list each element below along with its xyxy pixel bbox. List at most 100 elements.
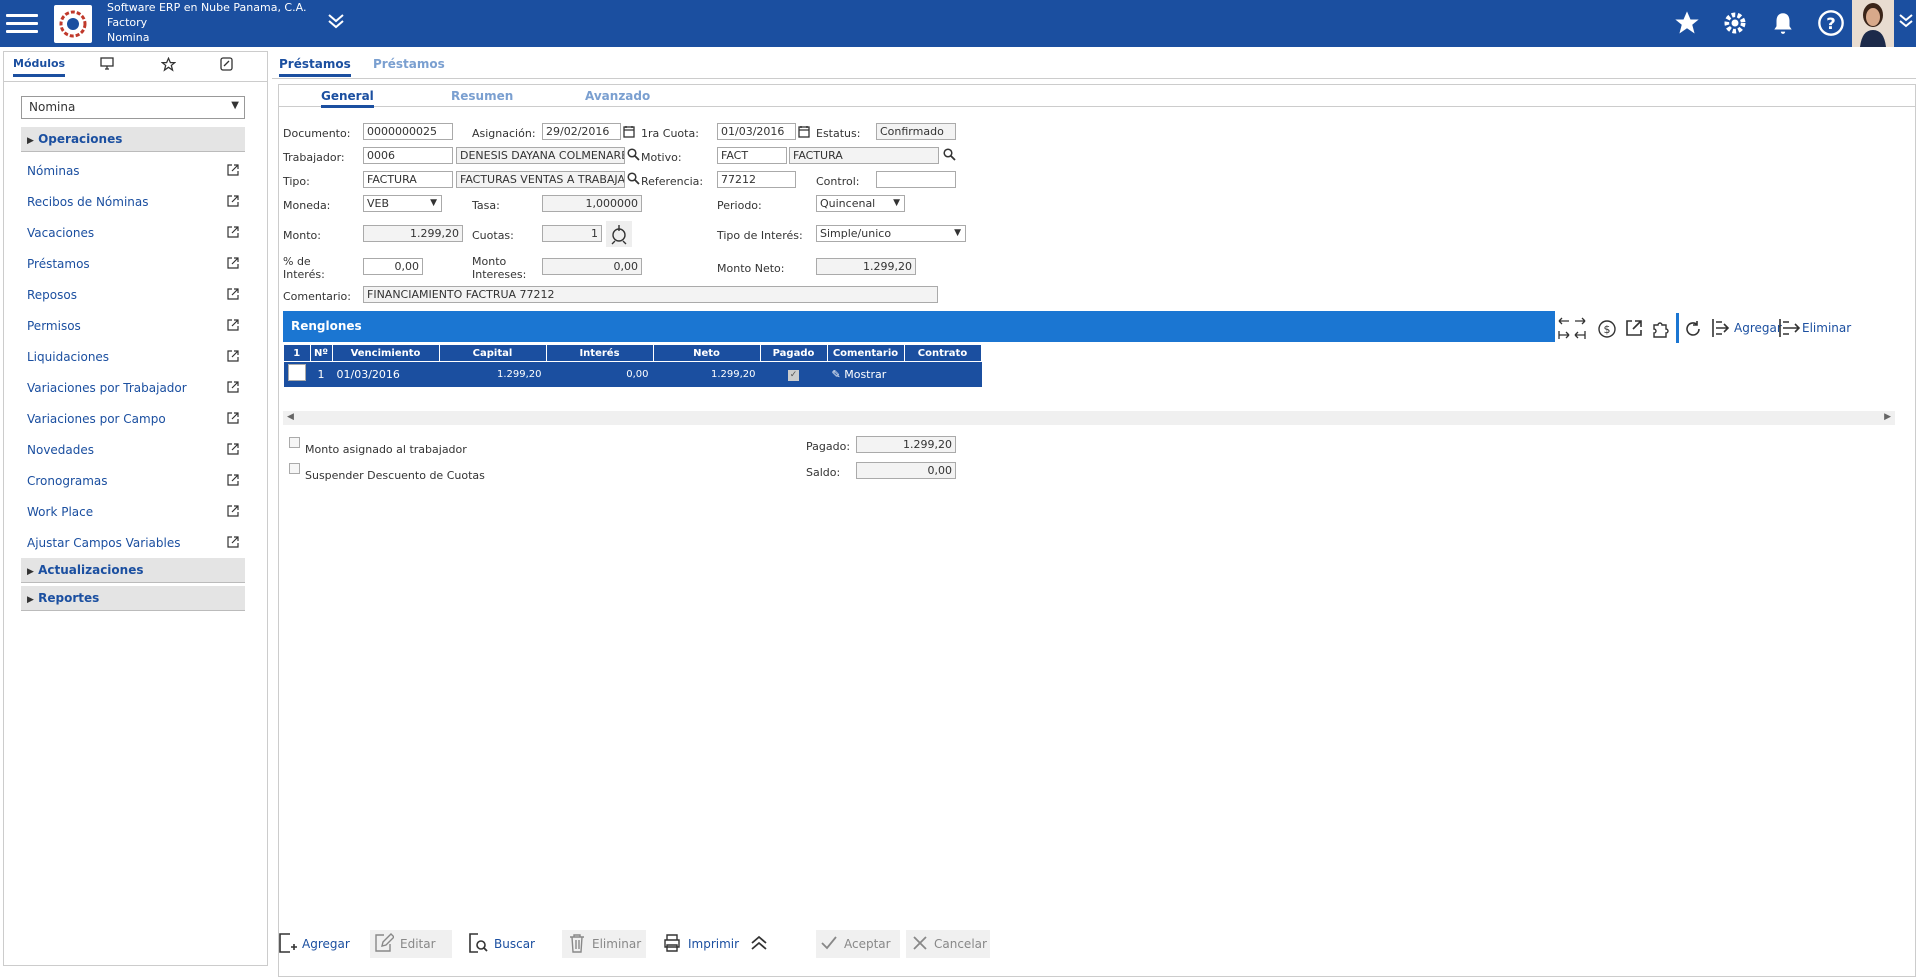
favorites-icon[interactable]: [160, 56, 177, 75]
search-icon[interactable]: [627, 172, 640, 188]
referencia-field[interactable]: 77212: [717, 171, 796, 188]
tipo-interes-select[interactable]: Simple/unico ▼: [816, 225, 966, 242]
tasa-field[interactable]: 1,000000: [542, 195, 642, 212]
comentario-cell[interactable]: ✎ Mostrar: [827, 361, 905, 387]
imprimir-button[interactable]: Imprimir: [662, 930, 769, 958]
menu-item-work-place[interactable]: Work Place: [27, 505, 245, 525]
column-header[interactable]: Vencimiento: [331, 344, 440, 362]
double-chevron-up-icon[interactable]: [749, 934, 769, 955]
menu-item-nominas[interactable]: Nóminas: [27, 164, 245, 184]
editar-button[interactable]: Editar: [370, 930, 452, 958]
column-header[interactable]: Pagado: [759, 344, 828, 362]
dropdown-arrow-icon: ▼: [954, 228, 961, 238]
menu-item-novedades[interactable]: Novedades: [27, 443, 245, 463]
periodo-select[interactable]: Quincenal ▼: [816, 195, 905, 212]
notes-icon[interactable]: [220, 57, 233, 74]
puzzle-icon[interactable]: [1651, 319, 1671, 342]
eliminar-row-icon[interactable]: [1779, 318, 1801, 341]
expand-chevron-icon[interactable]: [326, 12, 346, 33]
asignacion-field[interactable]: 29/02/2016: [542, 123, 621, 140]
cuota-field[interactable]: 01/03/2016: [717, 123, 796, 140]
documento-label: Documento:: [283, 127, 351, 140]
column-header[interactable]: Interés: [545, 344, 654, 362]
user-avatar[interactable]: [1852, 0, 1894, 47]
hamburger-menu-icon[interactable]: [6, 9, 38, 37]
search-icon[interactable]: [627, 148, 640, 164]
horizontal-scrollbar[interactable]: ◀ ▶: [283, 411, 1895, 425]
user-menu-chevron-icon[interactable]: [1898, 12, 1914, 33]
external-link-icon[interactable]: [1625, 319, 1643, 340]
monto-field[interactable]: 1.299,20: [363, 225, 463, 242]
notifications-bell-icon[interactable]: [1768, 8, 1798, 38]
dollar-icon[interactable]: $: [1598, 320, 1616, 341]
pagado-checkbox[interactable]: ✓: [760, 361, 828, 387]
menu-item-reposos[interactable]: Reposos: [27, 288, 245, 308]
eliminar-button[interactable]: Eliminar: [562, 930, 646, 958]
subtab-avanzado[interactable]: Avanzado: [585, 89, 650, 103]
motivo-code-field[interactable]: FACT: [717, 147, 787, 164]
menu-item-liquidaciones[interactable]: Liquidaciones: [27, 350, 245, 370]
suspender-checkbox[interactable]: [289, 463, 300, 474]
column-header[interactable]: 1: [283, 344, 311, 362]
agregar-row-button[interactable]: Agregar: [1734, 322, 1782, 335]
caret-right-icon: ▶: [27, 136, 34, 146]
refresh-icon[interactable]: [1684, 320, 1702, 341]
column-header[interactable]: Neto: [652, 344, 761, 362]
aceptar-button[interactable]: Aceptar: [816, 930, 900, 958]
desktop-icon[interactable]: [100, 57, 114, 73]
favorites-star-icon[interactable]: [1672, 8, 1702, 38]
subtab-general[interactable]: General: [321, 89, 374, 108]
help-icon[interactable]: ?: [1816, 8, 1846, 38]
agregar-row-icon[interactable]: [1712, 318, 1730, 341]
module-select[interactable]: Nomina ▼: [21, 96, 245, 119]
table-row[interactable]: 1 01/03/2016 1.299,20 0,00 1.299,20 ✓ ✎ …: [283, 361, 982, 387]
trabajador-code-field[interactable]: 0006: [363, 147, 453, 164]
menu-item-label: Recibos de Nóminas: [27, 195, 149, 209]
calculator-icon[interactable]: [606, 221, 632, 247]
monto-asignado-checkbox[interactable]: [289, 437, 300, 448]
moneda-select[interactable]: VEB ▼: [363, 195, 442, 212]
menu-item-cronogramas[interactable]: Cronogramas: [27, 474, 245, 494]
group-reportes[interactable]: ▶ Reportes: [21, 586, 245, 611]
cuotas-field[interactable]: 1: [542, 225, 602, 242]
buscar-button[interactable]: Buscar: [468, 930, 535, 958]
menu-item-variaciones-campo[interactable]: Variaciones por Campo: [27, 412, 245, 432]
menu-item-label: Permisos: [27, 319, 81, 333]
external-link-icon: [227, 381, 239, 396]
scroll-right-icon[interactable]: ▶: [1884, 412, 1891, 422]
menu-item-prestamos[interactable]: Préstamos: [27, 257, 245, 277]
tab-modulos[interactable]: Módulos: [13, 57, 66, 77]
cancelar-button[interactable]: Cancelar: [906, 930, 990, 958]
tab-prestamos-2[interactable]: Préstamos: [373, 57, 445, 71]
calendar-icon[interactable]: [623, 125, 635, 141]
row-select-cell[interactable]: [283, 361, 311, 387]
expand-collapse-icon[interactable]: [1557, 314, 1587, 345]
tipo-code-field[interactable]: FACTURA: [363, 171, 453, 188]
mostrar-link[interactable]: Mostrar: [844, 368, 886, 381]
group-operaciones[interactable]: ▶ Operaciones: [21, 127, 245, 152]
eliminar-row-button[interactable]: Eliminar: [1802, 322, 1851, 335]
group-actualizaciones[interactable]: ▶ Actualizaciones: [21, 558, 245, 583]
calendar-icon[interactable]: [798, 125, 810, 141]
settings-gear-icon[interactable]: [1720, 8, 1750, 38]
column-header[interactable]: Capital: [438, 344, 547, 362]
scroll-left-icon[interactable]: ◀: [287, 412, 294, 422]
menu-item-vacaciones[interactable]: Vacaciones: [27, 226, 245, 246]
column-header[interactable]: Contrato: [903, 344, 982, 362]
agregar-button[interactable]: Agregar: [278, 930, 350, 958]
menu-item-recibos[interactable]: Recibos de Nóminas: [27, 195, 245, 215]
pagado-label: Pagado:: [806, 440, 851, 453]
column-header[interactable]: Comentario: [826, 344, 905, 362]
control-field[interactable]: [876, 171, 956, 188]
menu-item-permisos[interactable]: Permisos: [27, 319, 245, 339]
tab-prestamos[interactable]: Préstamos: [279, 57, 351, 77]
pct-interes-field[interactable]: 0,00: [363, 258, 423, 275]
external-link-icon: [227, 350, 239, 365]
documento-field[interactable]: 0000000025: [363, 123, 453, 140]
column-header[interactable]: Nº: [309, 344, 333, 362]
subtab-resumen[interactable]: Resumen: [451, 89, 513, 103]
search-icon[interactable]: [943, 148, 956, 164]
menu-item-ajustar-campos[interactable]: Ajustar Campos Variables: [27, 536, 245, 556]
comentario-field[interactable]: FINANCIAMIENTO FACTRUA 77212: [363, 286, 938, 303]
menu-item-variaciones-trabajador[interactable]: Variaciones por Trabajador: [27, 381, 245, 401]
